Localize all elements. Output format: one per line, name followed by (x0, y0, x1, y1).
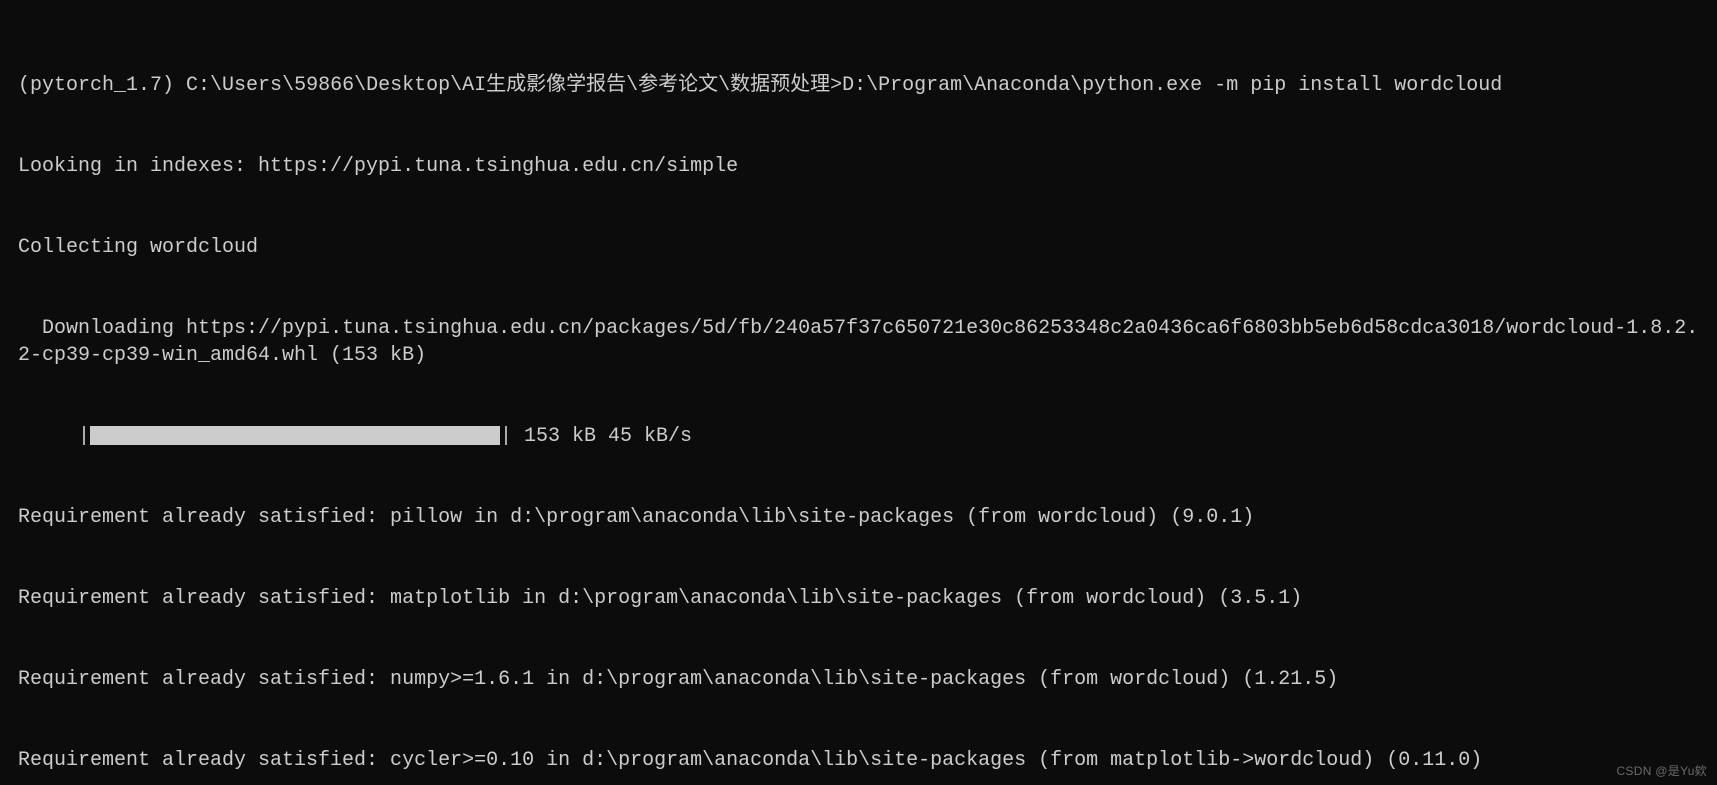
conda-env: (pytorch_1.7) (18, 74, 174, 97)
progress-line: | | 153 kB 45 kB/s (18, 423, 1701, 450)
looking-indexes: Looking in indexes: https://pypi.tuna.ts… (18, 153, 1701, 180)
progress-suffix: | 153 kB 45 kB/s (500, 425, 692, 448)
requirement-line: Requirement already satisfied: matplotli… (18, 585, 1701, 612)
requirement-line: Requirement already satisfied: numpy>=1.… (18, 666, 1701, 693)
progress-prefix: | (18, 425, 90, 448)
cwd-path: C:\Users\59866\Desktop\AI生成影像学报告\参考论文\数据… (186, 74, 830, 97)
prompt-line: (pytorch_1.7) C:\Users\59866\Desktop\AI生… (18, 72, 1701, 99)
terminal-output[interactable]: (pytorch_1.7) C:\Users\59866\Desktop\AI生… (0, 0, 1717, 785)
watermark: CSDN @是Yu欸 (1616, 763, 1707, 779)
collecting-line: Collecting wordcloud (18, 234, 1701, 261)
downloading-line: Downloading https://pypi.tuna.tsinghua.e… (18, 315, 1701, 369)
requirement-line: Requirement already satisfied: pillow in… (18, 504, 1701, 531)
requirement-line: Requirement already satisfied: cycler>=0… (18, 747, 1701, 774)
command-text: D:\Program\Anaconda\python.exe -m pip in… (842, 74, 1502, 97)
progress-bar (90, 426, 500, 445)
